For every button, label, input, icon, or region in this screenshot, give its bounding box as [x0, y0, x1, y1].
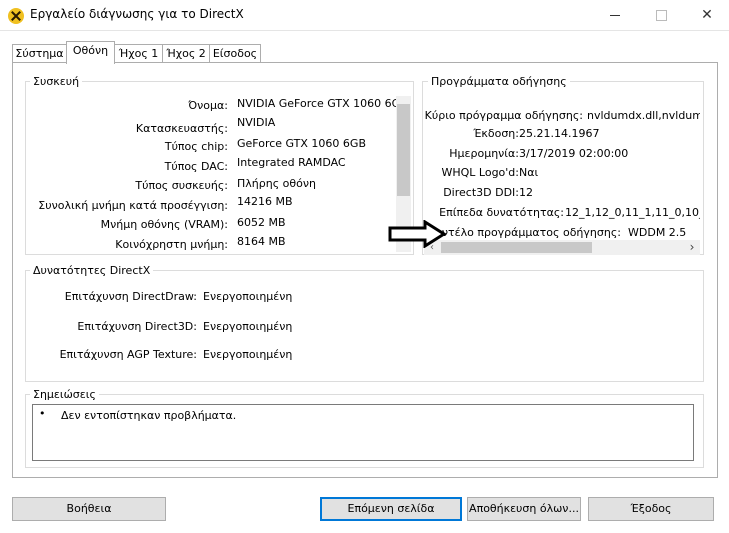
version-value: 25.21.14.1967: [519, 127, 600, 140]
close-icon: ✕: [701, 7, 713, 23]
device-list: Όνομα: NVIDIA GeForce GTX 1060 6GB Κατασ…: [30, 95, 410, 251]
directdraw-label: Επιτάχυνση DirectDraw:: [64, 290, 197, 303]
scroll-right-icon[interactable]: ›: [684, 240, 700, 255]
device-name-label: Όνομα:: [188, 99, 228, 112]
tab-display[interactable]: Οθόνη: [66, 41, 115, 64]
agp-texture-value: Ενεργοποιημένη: [203, 348, 293, 361]
total-memory-value: 14216 MB: [237, 195, 293, 208]
drivers-scrollbar[interactable]: ‹ ›: [424, 240, 700, 255]
d3d-ddi-value: 12: [519, 186, 533, 199]
window-title: Εργαλείο διάγνωσης για το DirectX: [30, 7, 244, 21]
version-label: Έκδοση:: [473, 127, 519, 140]
maximize-icon: [655, 9, 667, 21]
vram-value: 6052 MB: [237, 216, 286, 229]
whql-value: Ναι: [519, 166, 539, 179]
chip-type-label: Τύπος chip:: [164, 140, 228, 153]
driver-model-value: WDDM 2.5: [628, 226, 687, 239]
next-page-button[interactable]: Επόμενη σελίδα: [320, 497, 462, 521]
title-bar[interactable]: Εργαλείο διάγνωσης για το DirectX ✕: [0, 0, 729, 31]
tab-sound-2[interactable]: Ήχος 2: [162, 44, 210, 63]
manufacturer-value: NVIDIA: [237, 116, 276, 129]
close-button[interactable]: ✕: [684, 0, 729, 30]
exit-button[interactable]: Έξοδος: [588, 497, 714, 521]
dac-type-value: Integrated RAMDAC: [237, 156, 346, 169]
chip-type-value: GeForce GTX 1060 6GB: [237, 137, 366, 150]
notes-box[interactable]: • Δεν εντοπίστηκαν προβλήματα.: [32, 404, 694, 461]
whql-label: WHQL Logo'd:: [441, 166, 519, 179]
maximize-button[interactable]: [638, 0, 684, 30]
total-memory-label: Συνολική μνήμη κατά προσέγγιση:: [38, 199, 228, 212]
annotation-arrow-icon: [388, 220, 447, 248]
feature-levels-value: 12_1,12_0,11_1,11_0,10_1,10_0,9_3: [565, 206, 700, 219]
drivers-list: Κύριο πρόγραμμα οδήγησης: nvldumdx.dll,n…: [424, 100, 700, 240]
date-value: 3/17/2019 02:00:00: [519, 147, 629, 160]
agp-texture-label: Επιτάχυνση AGP Texture:: [59, 348, 197, 361]
save-all-button[interactable]: Αποθήκευση όλων...: [467, 497, 581, 521]
note-bullet: •: [39, 407, 46, 420]
device-type-label: Τύπος συσκευής:: [135, 179, 228, 192]
shared-memory-label: Κοινόχρηστη μνήμη:: [115, 238, 228, 251]
feature-levels-label: Επίπεδα δυνατότητας:: [439, 206, 564, 219]
note-item: Δεν εντοπίστηκαν προβλήματα.: [61, 409, 237, 422]
d3d-ddi-label: Direct3D DDI:: [443, 186, 519, 199]
directx-icon: [8, 8, 24, 24]
directx-features-title: Δυνατότητες DirectX: [30, 264, 154, 277]
drivers-scrollbar-thumb[interactable]: [441, 242, 592, 253]
dac-type-label: Τύπος DAC:: [164, 160, 228, 173]
direct3d-label: Επιτάχυνση Direct3D:: [77, 320, 197, 333]
tab-input[interactable]: Είσοδος: [209, 44, 261, 63]
device-group-title: Συσκευή: [30, 75, 83, 88]
main-driver-label: Κύριο πρόγραμμα οδήγησης:: [424, 109, 583, 122]
notes-title: Σημειώσεις: [30, 388, 99, 401]
device-scrollbar-thumb[interactable]: [397, 104, 410, 196]
shared-memory-value: 8164 MB: [237, 235, 286, 248]
tab-sound-1[interactable]: Ήχος 1: [114, 44, 163, 63]
device-name-value: NVIDIA GeForce GTX 1060 6GB: [237, 97, 408, 110]
direct3d-value: Ενεργοποιημένη: [203, 320, 293, 333]
tab-system[interactable]: Σύστημα: [12, 44, 67, 63]
driver-model-label: Μοντέλο προγράμματος οδήγησης:: [425, 226, 621, 239]
vram-label: Μνήμη οθόνης (VRAM):: [100, 218, 228, 231]
main-driver-value: nvldumdx.dll,nvldumdx.dll,nvldumdx.c: [587, 109, 700, 122]
directdraw-value: Ενεργοποιημένη: [203, 290, 293, 303]
drivers-group-title: Προγράμματα οδήγησης: [428, 75, 570, 88]
manufacturer-label: Κατασκευαστής:: [135, 122, 228, 135]
minimize-icon: [610, 14, 620, 16]
date-label: Ημερομηνία:: [449, 147, 519, 160]
minimize-button[interactable]: [592, 0, 638, 30]
device-type-value: Πλήρης οθόνη: [237, 177, 316, 190]
help-button[interactable]: Βοήθεια: [12, 497, 166, 521]
